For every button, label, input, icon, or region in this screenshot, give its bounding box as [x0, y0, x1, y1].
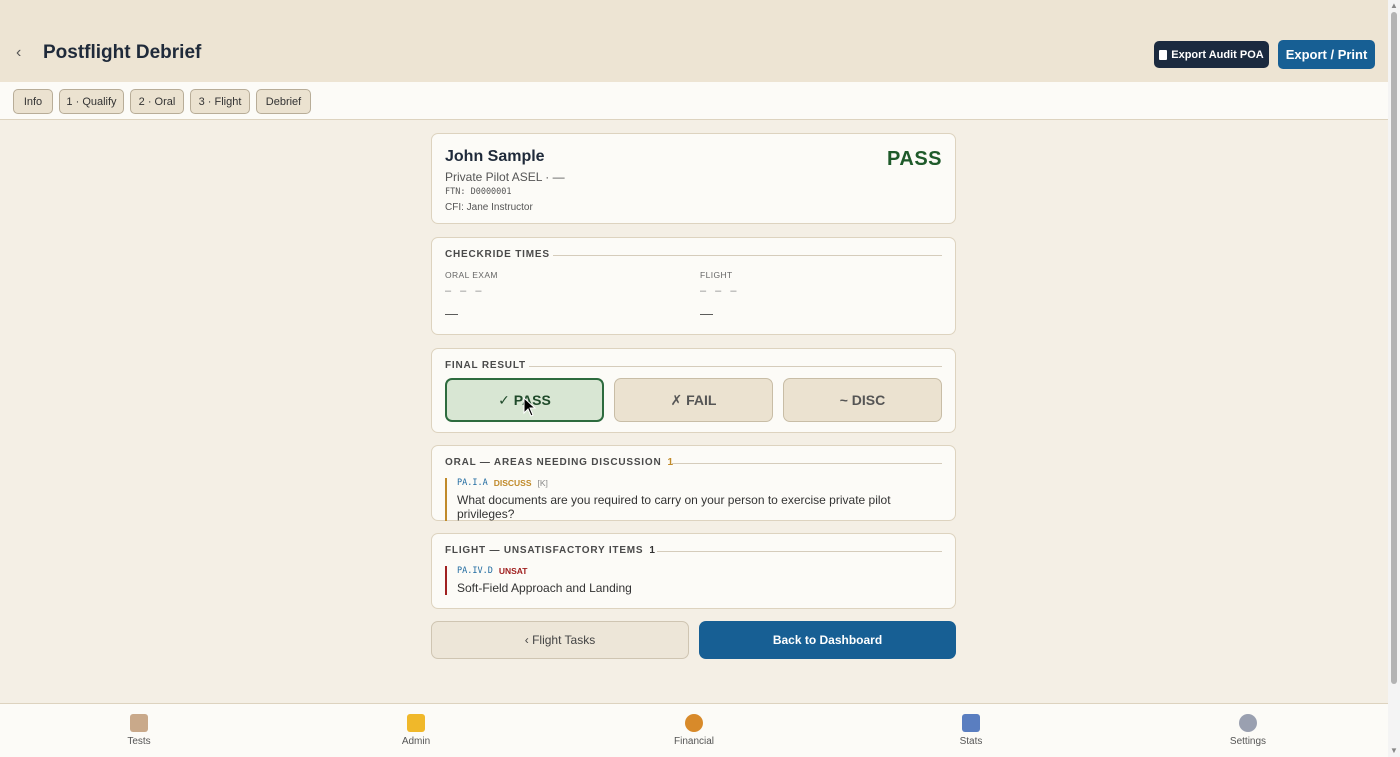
- nav-item-stats[interactable]: Stats: [931, 714, 1011, 747]
- result-badge: PASS: [887, 148, 942, 170]
- flight-tasks-button[interactable]: ‹ Flight Tasks: [431, 621, 689, 659]
- tab-flight[interactable]: 3 · Flight: [190, 89, 250, 114]
- back-to-dashboard-button[interactable]: Back to Dashboard: [699, 621, 956, 659]
- oral-exam-range: – – –: [445, 285, 485, 297]
- clipboard-icon: [130, 714, 148, 732]
- oral-exam-label: ORAL EXAM: [445, 270, 498, 280]
- list-item[interactable]: PA.IV.D UNSAT Soft-Field Approach and La…: [445, 566, 942, 595]
- item-meta: PA.IV.D UNSAT: [457, 566, 942, 576]
- nav-label: Stats: [959, 736, 983, 747]
- flight-range: – – –: [700, 285, 740, 297]
- section-divider: [553, 255, 942, 256]
- item-text: What documents are you required to carry…: [457, 493, 891, 521]
- section-title: FINAL RESULT: [445, 360, 526, 371]
- bar-chart-icon: [962, 714, 980, 732]
- oral-discussion-title: ORAL — AREAS NEEDING DISCUSSION: [445, 457, 662, 468]
- section-divider: [529, 366, 942, 367]
- pilot-certificate: Private Pilot ASEL · —: [445, 170, 565, 184]
- tab-qualify[interactable]: 1 · Qualify: [59, 89, 124, 114]
- nav-label: Financial: [673, 736, 715, 747]
- knowledge-tag: [K]: [537, 478, 548, 488]
- export-audit-poa-label: Export Audit POA: [1171, 48, 1264, 61]
- folder-icon: [407, 714, 425, 732]
- pilot-ftn: FTN: D0000001: [445, 187, 512, 197]
- oral-exam-value: —: [445, 306, 458, 321]
- final-result-card: FINAL RESULT ✓ PASS ✗ FAIL ~ DISC: [431, 348, 956, 433]
- disc-button[interactable]: ~ DISC: [783, 378, 942, 422]
- flight-unsat-card: FLIGHT — UNSATISFACTORY ITEMS 1 PA.IV.D …: [431, 533, 956, 609]
- pilot-card: John Sample Private Pilot ASEL · — FTN: …: [431, 133, 956, 224]
- step-tabs: Info 1 · Qualify 2 · Oral 3 · Flight Deb…: [0, 82, 1388, 120]
- bottom-nav: Tests Admin Financial Stats Settings: [0, 703, 1388, 757]
- oral-discussion-card: ORAL — AREAS NEEDING DISCUSSION 1 PA.I.A…: [431, 445, 956, 521]
- page-title: Postflight Debrief: [43, 42, 202, 63]
- checkride-times-card: CHECKRIDE TIMES ORAL EXAM – – – — FLIGHT…: [431, 237, 956, 335]
- pilot-cfi: CFI: Jane Instructor: [445, 202, 533, 213]
- document-icon: [1159, 49, 1168, 60]
- item-code: PA.I.A: [457, 478, 488, 488]
- back-button[interactable]: ‹: [16, 44, 30, 66]
- flight-label: FLIGHT: [700, 270, 733, 280]
- flight-value: —: [700, 306, 713, 321]
- money-bag-icon: [685, 714, 703, 732]
- nav-label: Admin: [401, 736, 431, 747]
- scroll-up-icon[interactable]: ▲: [1390, 1, 1398, 10]
- flight-unsat-title: FLIGHT — UNSATISFACTORY ITEMS: [445, 545, 644, 556]
- section-title: CHECKRIDE TIMES: [445, 249, 550, 260]
- scroll-thumb[interactable]: [1391, 12, 1397, 684]
- nav-label: Tests: [127, 736, 151, 747]
- gear-icon: [1239, 714, 1257, 732]
- tab-info[interactable]: Info: [13, 89, 53, 114]
- pilot-name: John Sample: [445, 148, 545, 165]
- item-code: PA.IV.D: [457, 566, 493, 576]
- vertical-scrollbar[interactable]: ▲ ▼: [1388, 0, 1400, 757]
- tab-debrief[interactable]: Debrief: [256, 89, 311, 114]
- nav-item-financial[interactable]: Financial: [654, 714, 734, 747]
- export-audit-poa-button[interactable]: Export Audit POA: [1154, 41, 1269, 68]
- mouse-cursor-icon: [523, 397, 537, 417]
- fail-button[interactable]: ✗ FAIL: [614, 378, 773, 422]
- nav-label: Settings: [1229, 736, 1267, 747]
- nav-item-settings[interactable]: Settings: [1208, 714, 1288, 747]
- status-badge: DISCUSS: [493, 478, 532, 488]
- section-divider: [657, 551, 942, 552]
- tab-oral[interactable]: 2 · Oral: [130, 89, 184, 114]
- section-title: ORAL — AREAS NEEDING DISCUSSION 1: [445, 457, 674, 468]
- status-badge: UNSAT: [498, 566, 528, 576]
- nav-item-tests[interactable]: Tests: [99, 714, 179, 747]
- export-print-button[interactable]: Export / Print: [1278, 40, 1375, 69]
- section-divider: [672, 463, 942, 464]
- item-meta: PA.I.A DISCUSS [K]: [457, 478, 942, 488]
- scroll-down-icon[interactable]: ▼: [1390, 746, 1398, 755]
- section-title: FLIGHT — UNSATISFACTORY ITEMS 1: [445, 545, 656, 556]
- page-header: ‹ Postflight Debrief Export Audit POA Ex…: [0, 0, 1388, 82]
- item-text: Soft-Field Approach and Landing: [457, 581, 632, 595]
- flight-unsat-count: 1: [649, 545, 656, 556]
- nav-item-admin[interactable]: Admin: [376, 714, 456, 747]
- list-item[interactable]: PA.I.A DISCUSS [K] What documents are yo…: [445, 478, 942, 521]
